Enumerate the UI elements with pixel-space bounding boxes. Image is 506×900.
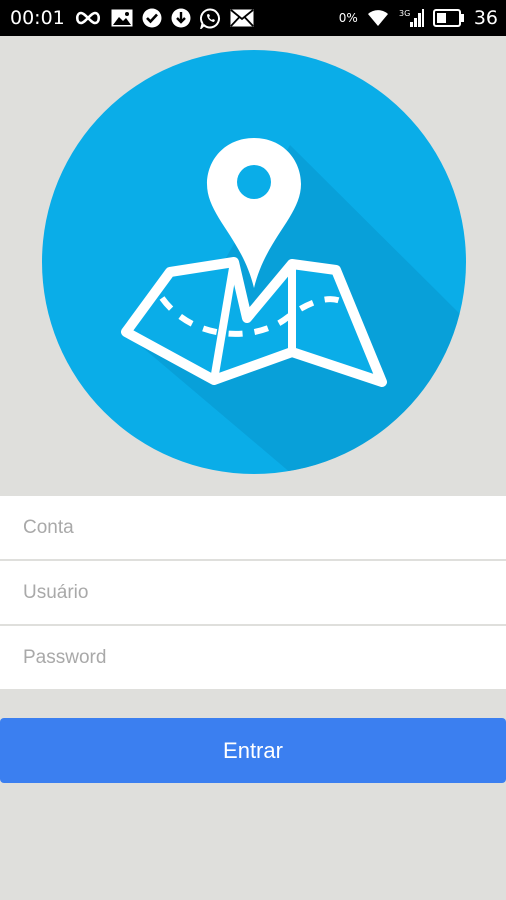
status-bar-left: 00:01 xyxy=(10,7,254,29)
network-type-label: 3G xyxy=(399,9,410,18)
app-logo xyxy=(42,50,466,474)
account-field[interactable] xyxy=(0,496,506,559)
data-speed-indicator: 0% xyxy=(338,11,358,25)
username-input[interactable] xyxy=(23,581,483,604)
password-field[interactable] xyxy=(0,626,506,689)
mail-icon xyxy=(230,9,254,27)
infinity-icon xyxy=(74,10,102,26)
battery-level: 36 xyxy=(473,7,498,29)
image-icon xyxy=(111,9,133,27)
signal-icon: 3G xyxy=(398,8,424,28)
submit-button[interactable]: Entrar xyxy=(0,718,506,783)
user-field[interactable] xyxy=(0,561,506,624)
wifi-icon xyxy=(367,9,389,27)
account-input[interactable] xyxy=(23,516,483,539)
battery-icon xyxy=(432,9,465,27)
password-input[interactable] xyxy=(23,646,483,669)
status-bar-right: 0% 3G 36 xyxy=(339,7,498,29)
check-circle-icon xyxy=(142,8,162,28)
whatsapp-icon xyxy=(199,8,221,29)
download-icon xyxy=(171,8,191,28)
status-time: 00:01 xyxy=(10,7,65,29)
status-bar: 00:01 0% 3G 36 xyxy=(0,0,506,36)
